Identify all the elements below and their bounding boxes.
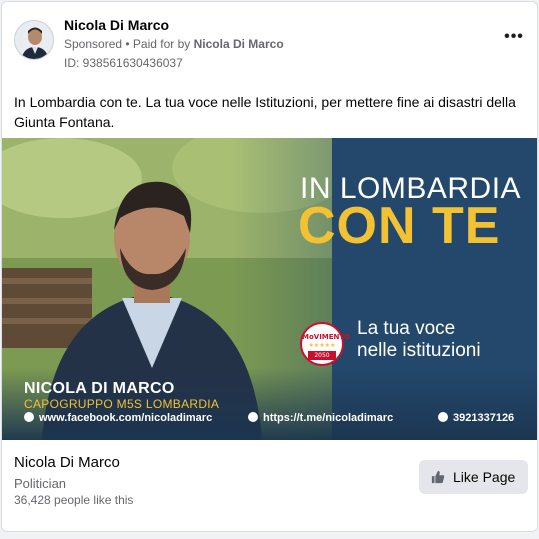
ad-image[interactable]: IN LOMBARDIA CON TE MoVIMENTO ★★★★★ 2050… [2, 138, 537, 440]
logo-text: MoVIMENTO [302, 333, 351, 341]
ad-contact-facebook-text: www.facebook.com/nicoladimarc [39, 412, 213, 424]
sponsored-post-card: Nicola Di Marco Sponsored • Paid for by … [1, 1, 538, 532]
ad-tagline: La tua voce nelle istituzioni [357, 318, 481, 362]
facebook-icon [24, 412, 34, 422]
page-name[interactable]: Nicola Di Marco [14, 454, 120, 471]
ad-tagline-line1: La tua voce [357, 318, 456, 339]
ad-id: ID: 938561630436037 [64, 56, 183, 70]
post-body-text: In Lombardia con te. La tua voce nelle I… [14, 94, 516, 130]
sponsored-meta: Sponsored • Paid for by Nicola Di Marco [64, 37, 284, 51]
ad-contact-telegram-text: https://t.me/nicoladimarc [263, 412, 394, 424]
phone-icon [438, 412, 448, 422]
paid-for-name: Nicola Di Marco [193, 37, 284, 51]
ad-overlay-role: CAPOGRUPPO M5S LOMBARDIA [24, 397, 220, 411]
thumbs-up-icon [431, 470, 445, 484]
page-category: Politician [14, 476, 67, 491]
more-options-icon[interactable]: ••• [499, 29, 529, 50]
page-footer: Nicola Di Marco Politician 36,428 people… [2, 440, 537, 531]
sponsored-label[interactable]: Sponsored [64, 37, 122, 51]
telegram-icon [248, 412, 258, 422]
ad-tagline-line2: nelle istituzioni [357, 340, 481, 361]
m5s-logo: MoVIMENTO ★★★★★ 2050 [300, 322, 351, 366]
paid-for-prefix: • Paid for by [122, 37, 194, 51]
ad-contact-facebook: www.facebook.com/nicoladimarc [24, 412, 212, 424]
like-page-label: Like Page [453, 469, 516, 485]
logo-year: 2050 [308, 351, 336, 360]
post-header: Nicola Di Marco Sponsored • Paid for by … [14, 14, 529, 72]
ad-headline-line2: CON TE [298, 197, 501, 255]
like-page-button[interactable]: Like Page [419, 460, 528, 494]
logo-stars: ★★★★★ [308, 343, 336, 349]
author-name[interactable]: Nicola Di Marco [64, 17, 169, 33]
ad-contact-telegram: https://t.me/nicoladimarc [248, 412, 393, 424]
author-avatar[interactable] [14, 20, 54, 60]
ad-contact-phone-text: 3921337126 [453, 412, 515, 424]
ad-contact-phone: 3921337126 [438, 412, 514, 424]
page-likes-count: 36,428 people like this [14, 493, 134, 507]
ad-overlay-name: NICOLA DI MARCO [24, 380, 175, 397]
